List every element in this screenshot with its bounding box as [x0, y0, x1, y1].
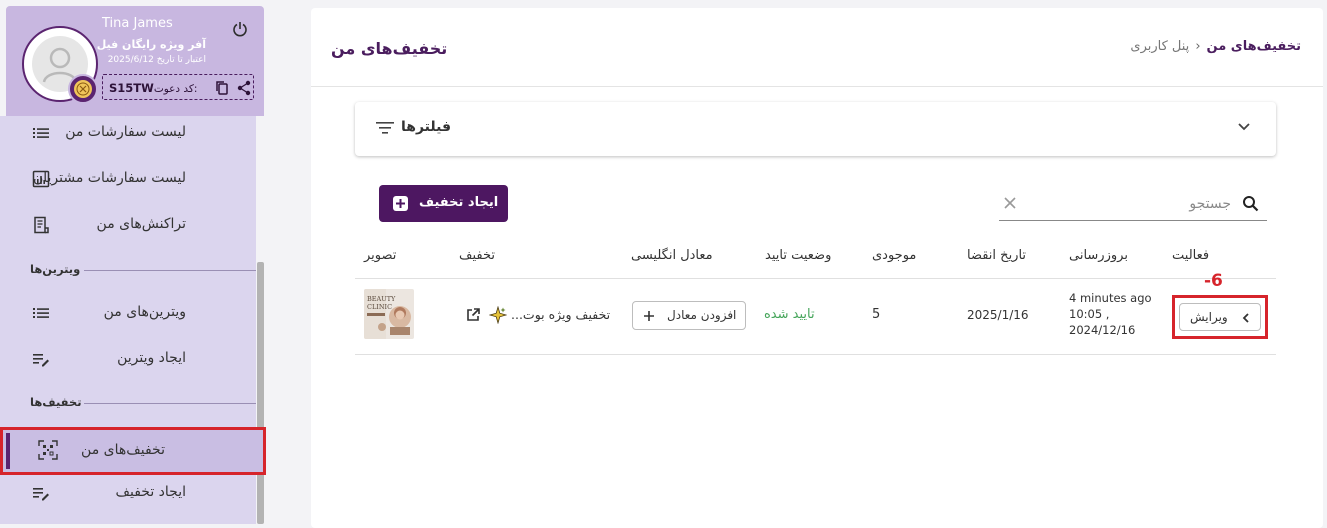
external-link-icon[interactable] — [465, 307, 481, 323]
breadcrumb-current: تخفیف‌های من — [1206, 39, 1301, 54]
updated-time: 10:05 , — [1069, 307, 1110, 321]
invite-code: :کد دعوتS15TW — [109, 81, 197, 95]
chevron-down-icon[interactable] — [1237, 122, 1251, 132]
sidebar-item-label: ایجاد تخفیف — [115, 484, 186, 500]
plan-validity: اعتبار تا تاریخ 2025/6/12 — [107, 55, 206, 65]
profile-card: Tina James آفر ویژه رایگان فیل اعتبار تا… — [6, 6, 264, 116]
section-title-showcases: ویترین‌ها — [30, 262, 81, 276]
highlight-box: ویرایش — [1172, 295, 1268, 339]
table-divider — [355, 354, 1276, 355]
filters-label: فیلترها — [401, 119, 451, 135]
sidebar-item-transactions[interactable]: تراکنش‌های من — [0, 204, 256, 248]
search-field — [999, 188, 1267, 221]
sidebar-item-label: ایجاد ویترین — [117, 350, 186, 366]
sidebar: Tina James آفر ویژه رایگان فیل اعتبار تا… — [0, 0, 266, 524]
column-header-discount: تخفیف — [459, 248, 495, 263]
sidebar-scrollbar[interactable] — [257, 262, 264, 524]
plan-name: آفر ویژه رایگان فیل — [96, 38, 206, 51]
list-icon — [32, 124, 50, 142]
breadcrumb-root[interactable]: پنل کاربری — [1130, 39, 1189, 54]
sidebar-item-my-showcases[interactable]: ویترین‌های من — [0, 292, 256, 336]
page-title: تخفیف‌های من — [331, 39, 448, 58]
column-header-expiry: تاریخ انقضا — [967, 248, 1027, 263]
column-header-status: وضعیت تایید — [765, 248, 832, 263]
sparkle-icon — [489, 306, 507, 324]
column-header-image: تصویر — [364, 248, 397, 263]
sidebar-item-my-orders[interactable]: لیست سفارشات من — [0, 112, 256, 156]
edit-list-icon — [32, 350, 50, 368]
sidebar-item-label: لیست سفارشات من — [65, 124, 186, 140]
qr-discount-icon — [38, 440, 58, 460]
add-equivalent-label: افزودن معادل — [667, 308, 737, 322]
invite-code-label: :کد دعوت — [153, 83, 198, 95]
column-header-updated: بروزرسانی — [1069, 248, 1128, 263]
updated-relative: 4 minutes ago — [1069, 291, 1152, 305]
list-icon — [32, 304, 50, 322]
updated-date: 2024/12/16 — [1069, 323, 1136, 337]
create-discount-label: ایجاد تخفیف — [419, 195, 499, 210]
column-header-stock: موجودی — [872, 248, 917, 263]
copy-icon[interactable] — [215, 80, 229, 96]
step-annotation: -6 — [1204, 271, 1223, 291]
section-divider — [84, 403, 256, 404]
filters-panel[interactable]: فیلترها — [355, 102, 1276, 156]
thumb-text-line1: BEAUTY — [367, 295, 396, 303]
expiry-date: 2025/1/16 — [967, 308, 1029, 322]
edit-label: ویرایش — [1190, 310, 1228, 324]
sidebar-item-label: تخفیف‌های من — [81, 442, 165, 458]
sidebar-item-label: لیست سفارشات مشتریان — [32, 170, 186, 186]
breadcrumb: تخفیف‌های من ‹ پنل کاربری — [1130, 39, 1301, 54]
create-discount-button[interactable]: ایجاد تخفیف — [379, 185, 508, 222]
sidebar-item-create-showcase[interactable]: ایجاد ویترین — [0, 338, 256, 382]
receipt-icon — [32, 216, 50, 234]
plus-icon — [643, 310, 655, 322]
stock-value: 5 — [872, 307, 881, 322]
sidebar-item-label: ویترین‌های من — [103, 304, 186, 320]
column-header-activity: فعالیت — [1172, 248, 1210, 263]
edit-list-icon — [32, 484, 50, 502]
chevron-left-icon: ‹ — [1195, 39, 1201, 54]
invite-code-box: :کد دعوتS15TW — [102, 74, 254, 100]
thumb-text-line2: CLINIC — [367, 303, 392, 311]
active-indicator — [6, 433, 10, 469]
search-icon — [1242, 195, 1259, 212]
sidebar-item-customer-orders[interactable]: لیست سفارشات مشتریان — [0, 158, 256, 202]
column-header-english: معادل انگلیسی — [631, 248, 713, 263]
plus-icon — [393, 196, 408, 211]
sidebar-item-my-discounts[interactable]: تخفیف‌های من — [0, 427, 266, 475]
sidebar-item-create-discount[interactable]: ایجاد تخفیف — [0, 472, 256, 516]
sidebar-item-label: تراکنش‌های من — [96, 216, 186, 232]
close-icon[interactable] — [1003, 196, 1017, 210]
add-english-equivalent-button[interactable]: افزودن معادل — [632, 301, 746, 330]
filter-icon — [375, 119, 395, 137]
status-badge: تایید شده — [764, 307, 815, 322]
updated-timestamp: 4 minutes ago 10:05 , 2024/12/16 — [1069, 290, 1152, 338]
discount-name[interactable]: تخفیف ویژه بوت... — [511, 307, 610, 322]
search-input[interactable] — [1039, 190, 1233, 218]
share-icon[interactable] — [237, 80, 251, 96]
section-title-discounts: تخفیف‌ها — [30, 395, 82, 409]
main-panel: تخفیف‌های من ‹ پنل کاربری تخفیف‌های من فیل… — [311, 8, 1323, 528]
power-icon[interactable] — [232, 21, 248, 37]
divider — [311, 86, 1323, 87]
chevron-left-icon — [1242, 312, 1250, 324]
user-name: Tina James — [102, 16, 173, 31]
level-badge-icon — [68, 74, 98, 104]
product-thumbnail: BEAUTY CLINIC — [364, 289, 414, 339]
invite-code-value: S15TW — [109, 81, 154, 95]
table-divider — [355, 278, 1276, 279]
edit-button[interactable]: ویرایش — [1179, 303, 1261, 331]
section-divider — [84, 270, 256, 271]
